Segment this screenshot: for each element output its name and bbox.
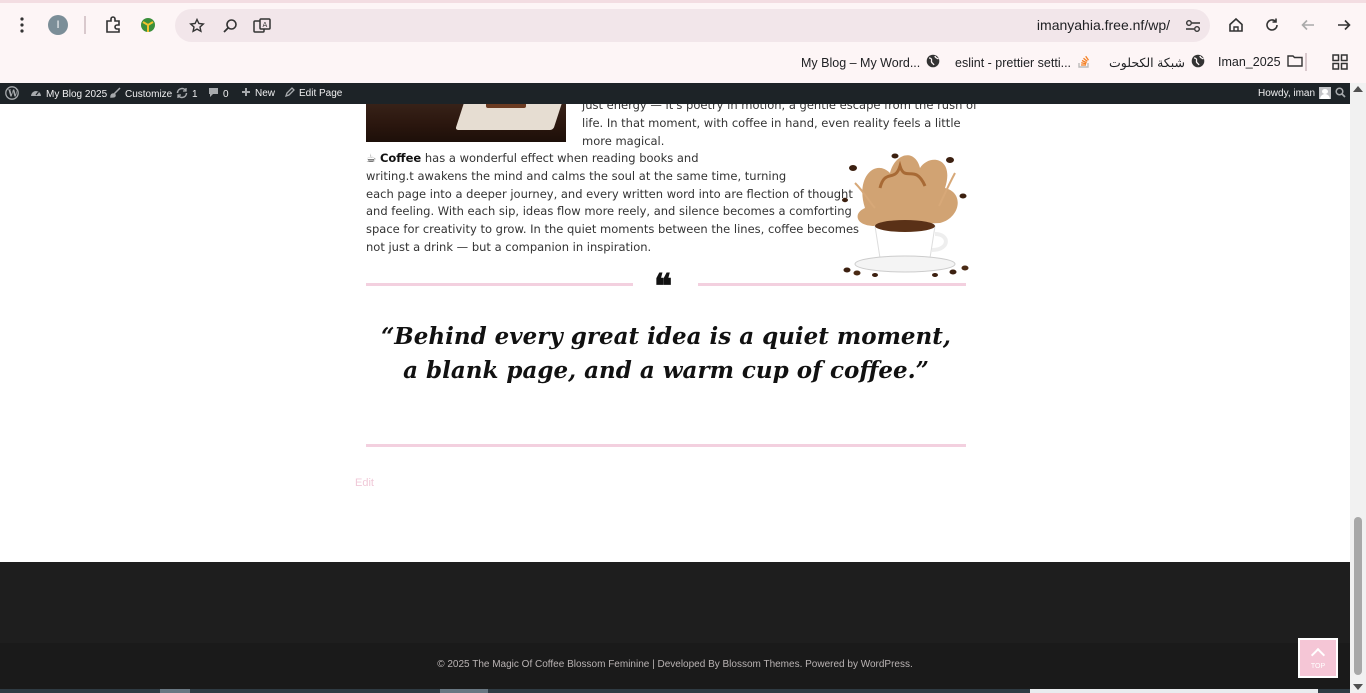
customize-label: Customize [125, 88, 173, 100]
bookmark-label: My Blog – My Word... [801, 55, 921, 70]
paragraph-line: life. In that moment, with coffee in han… [582, 116, 961, 130]
wp-admin-bar: W My Blog 2025 Customize 1 0 New Edit Pa… [0, 83, 1350, 104]
admin-search-icon[interactable] [1335, 87, 1346, 98]
post-content: just energy — it's poetry in motion, a g… [0, 104, 1350, 562]
back-to-top-label: TOP [1310, 663, 1326, 670]
forward-arrow-icon[interactable] [1334, 15, 1354, 35]
coffee-dessert-photo [366, 104, 566, 142]
chevron-up-icon [1310, 647, 1326, 663]
footer-copyright: © 2025 The Magic Of Coffee Blossom Femin… [437, 659, 913, 670]
site-name-label: My Blog 2025 [46, 88, 108, 100]
scroll-down-arrow-icon[interactable] [1353, 684, 1363, 690]
quote-divider-left [366, 283, 633, 286]
taskbar-edge [0, 689, 1350, 693]
paintbrush-icon [110, 87, 121, 101]
quote-mark-icon: ❝ [654, 267, 673, 307]
url-text: imanyahia.free.nf/wp/ [1036, 17, 1170, 33]
folder-icon [1286, 54, 1303, 70]
translate-icon[interactable]: A [252, 16, 272, 36]
zoom-icon[interactable] [220, 16, 240, 36]
bookmark-folder-iman[interactable]: Iman_2025 [1218, 54, 1303, 70]
quote-line: “Behind every great idea is a quiet mome… [381, 323, 951, 350]
back-arrow-icon[interactable] [1298, 15, 1318, 35]
admin-updates[interactable]: 1 [176, 87, 198, 102]
scrollbar-thumb[interactable] [1354, 517, 1362, 675]
coffee-bold-word: Coffee [379, 151, 422, 165]
wordpress-logo-icon[interactable]: W [5, 86, 19, 100]
paragraph-line: writing.t awakens the mind and calms the… [366, 169, 787, 183]
reload-icon[interactable] [1262, 15, 1282, 35]
bookmark-eslint[interactable]: eslint - prettier setti... [955, 54, 1091, 71]
admin-comments[interactable]: 0 [208, 87, 229, 101]
scroll-up-arrow-icon[interactable] [1353, 86, 1363, 92]
new-label: New [255, 88, 276, 99]
edit-page-label: Edit Page [299, 88, 343, 99]
back-to-top-button[interactable]: TOP [1298, 638, 1338, 678]
admin-new[interactable]: New [241, 87, 275, 100]
howdy-label: Howdy, iman [1258, 87, 1316, 99]
bookmarks-divider [1305, 53, 1307, 71]
coffee-cup-emoji: ☕ [366, 151, 377, 165]
profile-avatar[interactable]: I [48, 15, 68, 35]
paragraph-line: each page into a deeper journey, and eve… [366, 187, 853, 201]
quote-divider-right [698, 283, 966, 286]
paragraph-line: not just a drink — but a companion in in… [366, 240, 652, 254]
comment-bubble-icon [208, 87, 219, 101]
coffee-paragraph-first-line: ☕ Coffee has a wonderful effect when rea… [366, 149, 699, 167]
updates-count: 1 [192, 89, 198, 100]
site-settings-icon[interactable] [1183, 16, 1203, 36]
svg-text:W: W [7, 90, 19, 100]
browser-toolbar: I A imanyahia.free.nf/wp/ My Blog – My W… [0, 0, 1366, 83]
bookmark-label: شبكة الكحلوت [1109, 56, 1185, 70]
paragraph-line: and feeling. With each sip, ideas flow m… [366, 204, 852, 218]
quote-divider-bottom [366, 444, 966, 447]
bookmarks-bar: My Blog – My Word... eslint - prettier s… [0, 48, 1366, 76]
address-bar[interactable]: A imanyahia.free.nf/wp/ [175, 9, 1210, 42]
admin-edit-page[interactable]: Edit Page [284, 87, 343, 100]
page-scrollbar[interactable] [1350, 83, 1366, 693]
home-icon[interactable] [1226, 15, 1246, 35]
tab-strip [0, 0, 1366, 3]
admin-account[interactable]: Howdy, iman [1258, 87, 1332, 99]
paragraph-line: space for creativity to grow. In the qui… [366, 222, 860, 236]
pencil-icon [284, 87, 295, 100]
admin-customize[interactable]: Customize [110, 87, 172, 101]
coffee-line-rest: has a wonderful effect when reading book… [421, 151, 699, 165]
bookmark-label: Iman_2025 [1218, 55, 1281, 69]
globe-icon [1191, 54, 1205, 71]
edit-post-link[interactable]: Edit [355, 477, 374, 489]
toolbar-divider [84, 16, 86, 34]
updates-icon [176, 87, 188, 102]
dashboard-icon [30, 87, 42, 101]
quote-line: a blank page, and a warm cup of coffee.” [403, 357, 929, 384]
svg-text:A: A [263, 21, 268, 29]
site-footer: © 2025 The Magic Of Coffee Blossom Femin… [0, 643, 1350, 689]
paragraph-line: more magical. [582, 134, 665, 148]
bookmark-arabic-site[interactable]: شبكة الكحلوت [1109, 54, 1205, 71]
bookmark-star-icon[interactable] [187, 16, 207, 36]
globe-icon [926, 54, 940, 71]
stackoverflow-icon [1077, 54, 1091, 71]
comments-count: 0 [223, 88, 229, 100]
all-bookmarks-grid-icon[interactable] [1330, 52, 1350, 72]
plus-icon [241, 87, 251, 100]
admin-site-name[interactable]: My Blog 2025 [30, 87, 107, 101]
pull-quote: “Behind every great idea is a quiet mome… [366, 320, 966, 388]
extension-globe-icon[interactable] [138, 15, 158, 35]
paragraph-line: just energy — it's poetry in motion, a g… [582, 104, 978, 112]
footer-widgets-area [0, 562, 1350, 643]
user-avatar [1319, 87, 1332, 99]
bookmark-label: eslint - prettier setti... [955, 55, 1072, 70]
extensions-icon[interactable] [102, 14, 124, 36]
bookmark-my-blog[interactable]: My Blog – My Word... [801, 54, 940, 71]
coffee-splash-image [842, 153, 969, 277]
menu-dots-icon[interactable] [12, 14, 32, 36]
